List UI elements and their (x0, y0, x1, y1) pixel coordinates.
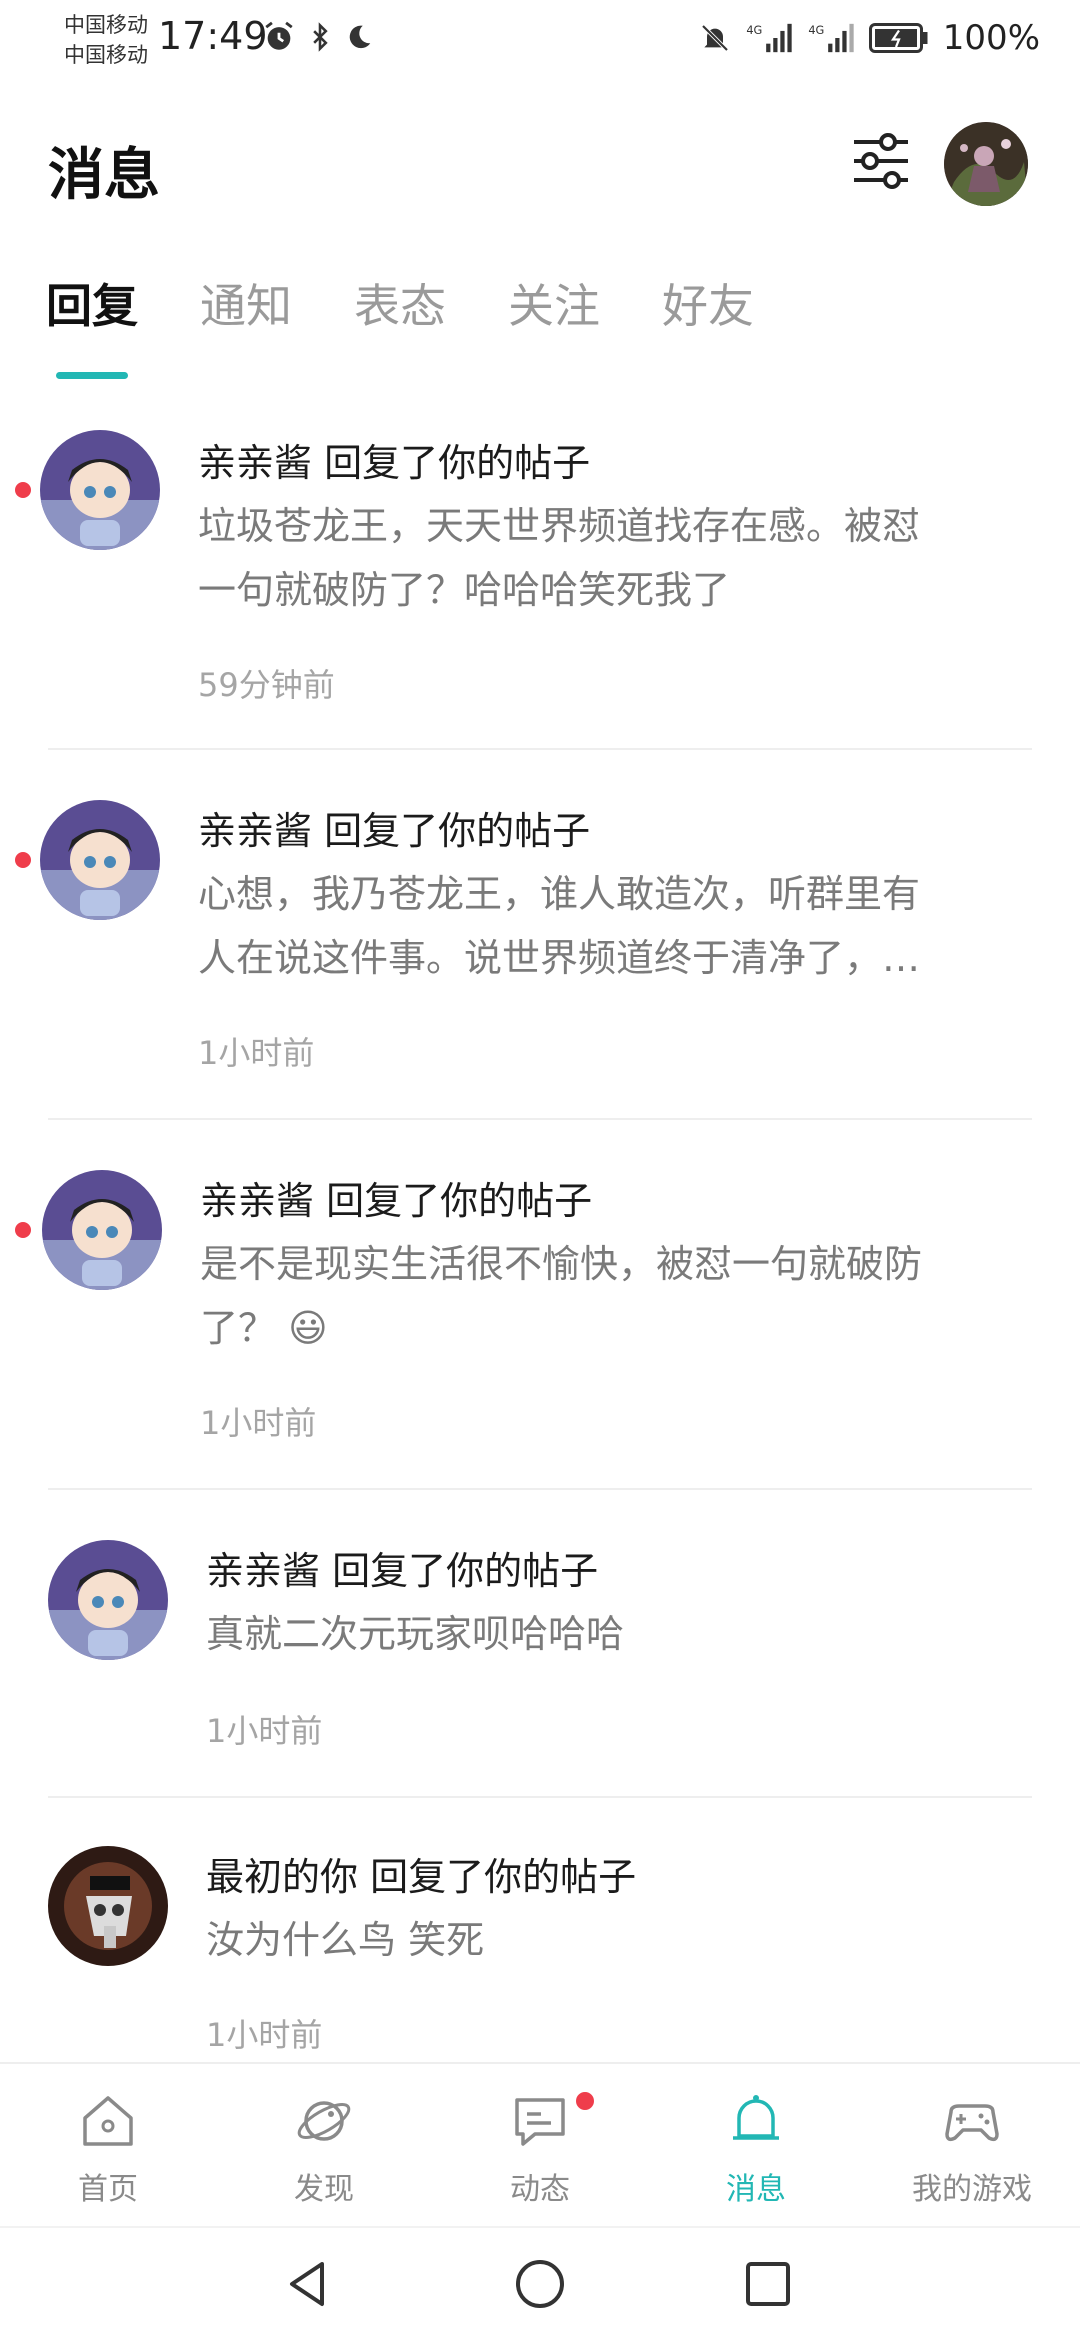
message-time: 1小时前 (206, 2016, 323, 2054)
active-tab-indicator (56, 372, 128, 379)
message-body: 心想，我乃苍龙王，谁人敢造次，听群里有 人在说这件事。说世界频道终于清净了，… (198, 862, 1018, 990)
tab-label: 回复 (46, 279, 138, 333)
nav-discover[interactable]: 发现 (216, 2064, 432, 2228)
message-title: 亲亲酱 回复了你的帖子 (206, 1549, 599, 1593)
nav-my-games[interactable]: 我的游戏 (864, 2064, 1080, 2228)
planet-icon (297, 2101, 351, 2141)
tab-reply[interactable]: 回复 (46, 270, 138, 379)
avatar[interactable] (48, 1540, 168, 1660)
back-icon[interactable] (280, 2256, 336, 2312)
avatar[interactable] (40, 800, 160, 920)
gamepad-icon (945, 2104, 999, 2142)
svg-text:4G: 4G (746, 23, 762, 37)
status-time: 17:49 (158, 14, 268, 58)
battery-icon (868, 23, 928, 53)
message-body-line: 人在说这件事。说世界频道终于清净了，… (198, 936, 921, 980)
message-body-line: 是不是现实生活很不愉快，被怼一句就破防 (200, 1242, 923, 1286)
unread-dot (15, 482, 31, 498)
message-body: 垃圾苍龙王，天天世界频道找存在感。被怼 一句就破防了？哈哈哈笑死我了 (198, 494, 1018, 622)
unread-dot (15, 852, 31, 868)
tab-label: 好友 (662, 279, 754, 333)
message-body-line: 垃圾苍龙王，天天世界频道找存在感。被怼 (198, 504, 921, 548)
bottom-nav: 首页 发现 动态 消息 我的游戏 (0, 2062, 1080, 2226)
message-body-line: 一句就破防了？哈哈哈笑死我了 (198, 568, 731, 612)
nav-home[interactable]: 首页 (0, 2064, 216, 2228)
carrier-1: 中国移动 (64, 13, 148, 37)
message-title: 最初的你 回复了你的帖子 (206, 1855, 637, 1899)
nav-label: 消息 (726, 2172, 786, 2207)
message-body: 真就二次元玩家呗哈哈哈 (206, 1612, 625, 1656)
message-time: 1小时前 (198, 1034, 315, 1072)
divider (48, 748, 1032, 750)
message-time: 1小时前 (206, 1712, 323, 1750)
list-item[interactable]: 亲亲酱 回复了你的帖子 真就二次元玩家呗哈哈哈 1小时前 (0, 1510, 1080, 1810)
signal-icon: 4G (808, 23, 854, 53)
avatar[interactable] (48, 1846, 168, 1966)
tab-friends[interactable]: 好友 (662, 270, 754, 350)
message-body-line: 了？ 😃 (200, 1306, 328, 1350)
bell-off-icon (701, 24, 729, 52)
sliders-icon[interactable] (848, 128, 914, 194)
status-bar: 中国移动 中国移动 17:49 4G 4G 100% (0, 0, 1080, 84)
avatar[interactable] (42, 1170, 162, 1290)
nav-messages[interactable]: 消息 (648, 2064, 864, 2228)
tab-reaction[interactable]: 表态 (354, 270, 446, 350)
list-item[interactable]: 亲亲酱 回复了你的帖子 心想，我乃苍龙王，谁人敢造次，听群里有 人在说这件事。说… (0, 770, 1080, 1120)
divider (48, 1796, 1032, 1798)
divider (48, 1488, 1032, 1490)
home-icon (83, 2096, 133, 2146)
divider (48, 1118, 1032, 1120)
message-time: 59分钟前 (198, 666, 335, 704)
nav-label: 动态 (510, 2172, 570, 2207)
nav-label: 我的游戏 (912, 2172, 1032, 2207)
message-title: 亲亲酱 回复了你的帖子 (198, 441, 591, 485)
tab-label: 通知 (200, 279, 292, 333)
moon-icon (349, 25, 371, 49)
message-title: 亲亲酱 回复了你的帖子 (200, 1179, 593, 1223)
status-icons-left (262, 20, 374, 54)
message-body: 汝为什么鸟 笑死 (206, 1918, 485, 1962)
notification-badge (574, 2090, 596, 2112)
tab-label: 关注 (508, 279, 600, 333)
nav-label: 发现 (294, 2172, 354, 2207)
message-title: 亲亲酱 回复了你的帖子 (198, 809, 591, 853)
message-time: 1小时前 (200, 1404, 317, 1442)
header: 消息 (0, 110, 1080, 220)
user-avatar[interactable] (944, 122, 1028, 206)
message-tabs: 回复 通知 表态 关注 好友 (46, 270, 754, 379)
svg-text:4G: 4G (808, 23, 824, 37)
avatar[interactable] (40, 430, 160, 550)
signal-icon: 4G (746, 23, 792, 53)
carrier-2: 中国移动 (64, 43, 148, 67)
battery-percent: 100% (942, 18, 1040, 58)
message-body: 是不是现实生活很不愉快，被怼一句就破防 了？ 😃 (200, 1232, 1020, 1360)
page-title: 消息 (48, 143, 160, 208)
list-item[interactable]: 最初的你 回复了你的帖子 汝为什么鸟 笑死 1小时前 (0, 1820, 1080, 2060)
status-icons-right: 4G 4G 100% (699, 18, 1040, 58)
list-item[interactable]: 亲亲酱 回复了你的帖子 是不是现实生活很不愉快，被怼一句就破防 了？ 😃 1小时… (0, 1140, 1080, 1490)
recents-icon[interactable] (740, 2256, 796, 2312)
nav-feed[interactable]: 动态 (432, 2064, 648, 2228)
tab-follow[interactable]: 关注 (508, 270, 600, 350)
bell-icon (733, 2095, 779, 2140)
carrier-info: 中国移动 中国移动 (64, 10, 148, 70)
bluetooth-icon (313, 22, 328, 52)
alarm-icon (265, 21, 293, 50)
list-item[interactable]: 亲亲酱 回复了你的帖子 垃圾苍龙王，天天世界频道找存在感。被怼 一句就破防了？哈… (0, 400, 1080, 750)
chat-icon (515, 2098, 565, 2146)
home-circle-icon[interactable] (512, 2256, 568, 2312)
tab-notification[interactable]: 通知 (200, 270, 292, 350)
system-nav-bar (0, 2226, 1080, 2340)
unread-dot (15, 1222, 31, 1238)
nav-label: 首页 (78, 2172, 138, 2207)
message-body-line: 心想，我乃苍龙王，谁人敢造次，听群里有 (198, 872, 921, 916)
tab-label: 表态 (354, 279, 446, 333)
